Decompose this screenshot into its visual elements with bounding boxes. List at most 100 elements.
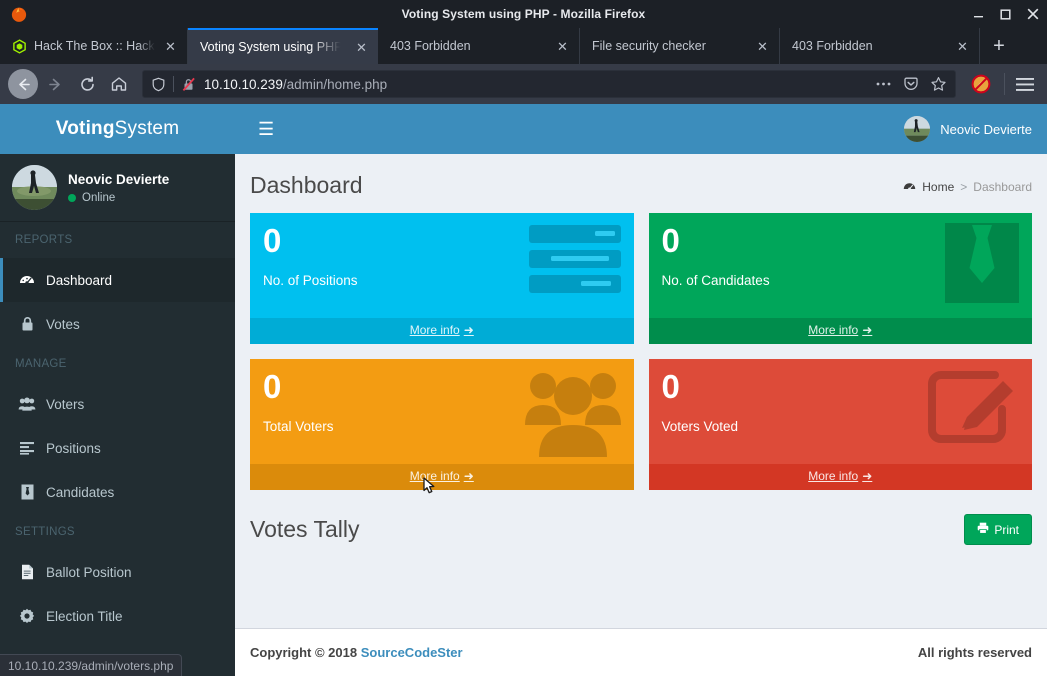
- card-more-info-link[interactable]: More info ➜: [648, 318, 1032, 344]
- url-text[interactable]: 10.10.10.239/admin/home.php: [204, 77, 387, 92]
- tab-close-icon[interactable]: ✕: [754, 38, 771, 55]
- tab-label: Hack The Box :: Hack T: [34, 39, 155, 53]
- sidebar-user-status: Online: [82, 191, 116, 204]
- sidebar-item-positions[interactable]: Positions: [0, 426, 235, 470]
- sidebar-item-candidates[interactable]: Candidates: [0, 470, 235, 514]
- star-icon[interactable]: [930, 76, 947, 92]
- browser-tab-0[interactable]: Hack The Box :: Hack T ✕: [0, 28, 188, 64]
- tab-close-icon[interactable]: ✕: [554, 38, 571, 55]
- brand-light: System: [114, 118, 180, 139]
- url-divider: [173, 76, 174, 92]
- tab-close-icon[interactable]: ✕: [162, 38, 179, 55]
- sidebar-item-dashboard[interactable]: Dashboard: [0, 258, 235, 302]
- arrow-circle-right-icon: ➜: [862, 469, 873, 483]
- footer-brand-link[interactable]: SourceCodeSter: [361, 645, 463, 660]
- avatar: [12, 165, 57, 210]
- lock-icon: [18, 316, 36, 332]
- tab-close-icon[interactable]: ✕: [353, 39, 370, 56]
- footer-rights: All rights reserved: [917, 645, 1032, 660]
- sidebar-item-election-title[interactable]: Election Title: [0, 594, 235, 638]
- hamburger-icon[interactable]: ☰: [250, 116, 282, 142]
- votes-tally-header: Votes Tally Print: [250, 490, 1032, 545]
- sidebar-user-meta: Neovic Devierte Online: [68, 172, 169, 204]
- users-icon: [524, 369, 621, 462]
- edit-square-icon: [927, 369, 1019, 450]
- back-arrow-icon[interactable]: [8, 69, 38, 99]
- sidebar-item-label: Votes: [46, 316, 80, 332]
- sidebar-item-label: Candidates: [46, 484, 115, 500]
- card-more-info-link[interactable]: More info ➜: [250, 318, 634, 344]
- footer-copyright: Copyright © 2018 SourceCodeSter: [250, 645, 463, 660]
- new-tab-button[interactable]: +: [980, 28, 1018, 64]
- reload-icon[interactable]: [72, 69, 102, 99]
- pocket-icon[interactable]: [903, 76, 919, 92]
- url-actions: [875, 76, 947, 92]
- maximize-button[interactable]: [999, 8, 1012, 21]
- noscript-icon[interactable]: [970, 73, 992, 95]
- tab-label: 403 Forbidden: [390, 39, 471, 53]
- footer-copyright-text: Copyright © 2018: [250, 645, 358, 660]
- sidebar-brand[interactable]: Voting System: [0, 104, 235, 154]
- browser-tab-4[interactable]: 403 Forbidden ✕: [780, 28, 980, 64]
- url-bar[interactable]: 10.10.10.239/admin/home.php: [142, 70, 956, 98]
- main-content: Dashboard Home > Dashboard 0 No. of Posi…: [235, 154, 1047, 628]
- card-more-info-link[interactable]: More info ➜: [250, 464, 634, 490]
- shield-icon[interactable]: [151, 77, 166, 92]
- tab-label: 403 Forbidden: [792, 39, 873, 53]
- sidebar-header-settings: SETTINGS: [15, 526, 75, 538]
- sidebar-item-ballot-position[interactable]: Ballot Position: [0, 550, 235, 594]
- close-button[interactable]: [1026, 8, 1039, 21]
- stat-card-total-voters: 0 Total Voters More info ➜: [250, 359, 634, 490]
- sidebar-header-manage: MANAGE: [15, 358, 67, 370]
- firefox-logo-icon: [11, 7, 27, 22]
- topbar: ☰ Neovic Devierte: [235, 104, 1047, 154]
- card-body: 0 No. of Candidates: [649, 213, 1033, 318]
- card-body: 0 Voters Voted: [649, 359, 1033, 464]
- forward-arrow-icon[interactable]: [40, 69, 70, 99]
- tab-label: Voting System using PHP: [200, 40, 343, 54]
- card-more-info-link[interactable]: More info ➜: [648, 464, 1032, 490]
- sidebar-user-name: Neovic Devierte: [68, 171, 170, 187]
- minimize-button[interactable]: [972, 8, 985, 21]
- url-path: /admin/home.php: [282, 76, 388, 92]
- page-header: Dashboard Home > Dashboard: [250, 169, 1032, 213]
- browser-status-bar: 10.10.10.239/admin/voters.php: [0, 654, 183, 676]
- insecure-lock-icon[interactable]: [181, 77, 197, 92]
- browser-tab-1[interactable]: Voting System using PHP ✕: [188, 28, 378, 64]
- page-viewport: Voting System Neovic Devierte Online REP…: [0, 104, 1047, 676]
- sidebar-item-label: Voters: [46, 396, 85, 412]
- browser-navbar: 10.10.10.239/admin/home.php: [0, 64, 1047, 104]
- printer-icon: [977, 522, 989, 537]
- align-left-icon: [18, 441, 36, 455]
- user-tie-icon: [945, 223, 1019, 308]
- gear-icon: [18, 608, 36, 624]
- ellipsis-icon[interactable]: [875, 81, 892, 87]
- browser-tab-3[interactable]: File security checker ✕: [580, 28, 780, 64]
- tab-label: File security checker: [592, 39, 706, 53]
- breadcrumb-separator: >: [960, 179, 968, 194]
- home-icon[interactable]: [104, 69, 134, 99]
- votes-tally-title: Votes Tally: [250, 516, 360, 542]
- browser-tab-2[interactable]: 403 Forbidden ✕: [378, 28, 580, 64]
- sidebar-item-label: Ballot Position: [46, 564, 132, 580]
- stat-card-voters-voted: 0 Voters Voted More info ➜: [648, 359, 1033, 490]
- topbar-user-menu[interactable]: Neovic Devierte: [904, 116, 1032, 142]
- brand-bold: Voting: [55, 118, 115, 139]
- stat-cards: 0 No. of Positions More info ➜ 0 No. of …: [250, 213, 1032, 490]
- sidebar-item-votes[interactable]: Votes: [0, 302, 235, 346]
- sidebar-header-reports: REPORTS: [15, 234, 73, 246]
- sidebar-user-panel[interactable]: Neovic Devierte Online: [0, 154, 235, 222]
- tab-close-icon[interactable]: ✕: [954, 38, 971, 55]
- print-button[interactable]: Print: [964, 514, 1032, 545]
- stat-card-positions: 0 No. of Positions More info ➜: [250, 213, 634, 344]
- online-dot-icon: [68, 193, 76, 202]
- breadcrumb: Home > Dashboard: [903, 180, 1032, 194]
- breadcrumb-home-link[interactable]: Home: [922, 180, 954, 194]
- sidebar-item-voters[interactable]: Voters: [0, 382, 235, 426]
- sidebar: Voting System Neovic Devierte Online REP…: [0, 104, 235, 676]
- window-title: Voting System using PHP - Mozilla Firefo…: [401, 7, 646, 21]
- card-body: 0 No. of Positions: [250, 213, 634, 318]
- hamburger-menu-icon[interactable]: [1011, 77, 1039, 92]
- window-controls: [972, 0, 1039, 28]
- navbar-divider: [1004, 73, 1005, 95]
